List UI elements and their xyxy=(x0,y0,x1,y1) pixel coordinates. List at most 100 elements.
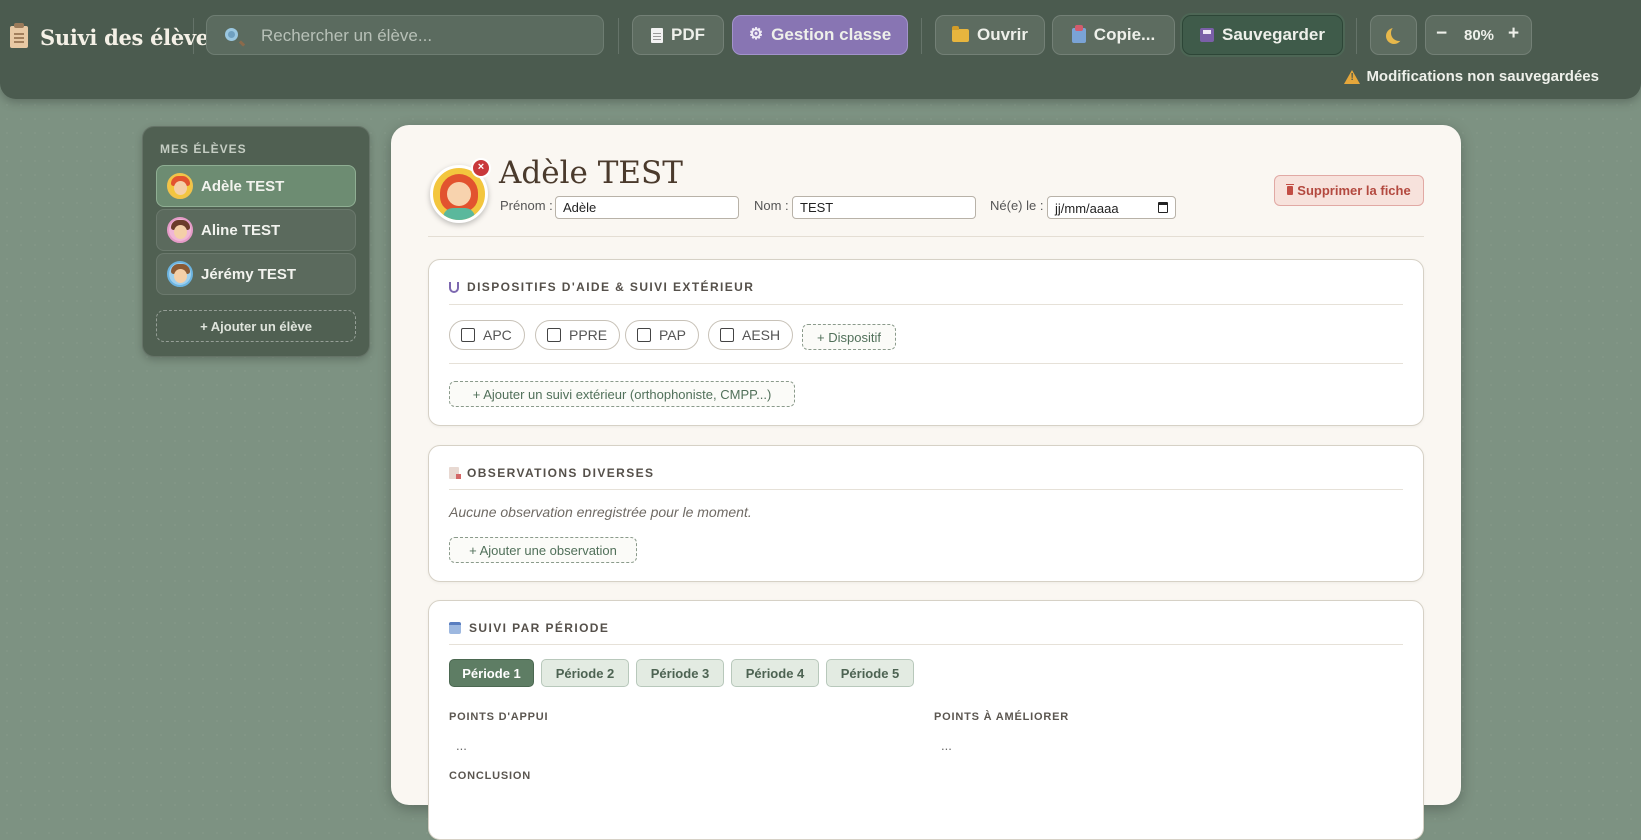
sidebar-title: MES ÉLÈVES xyxy=(160,142,247,156)
section-divider xyxy=(449,304,1403,305)
tab-period-3[interactable]: Période 3 xyxy=(636,659,724,687)
moon-icon xyxy=(1391,25,1407,41)
clipboard-copy-icon xyxy=(1071,24,1086,43)
zoom-out-button[interactable]: − xyxy=(1436,23,1447,45)
periods-section-title: SUIVI PAR PÉRIODE xyxy=(449,621,609,635)
birth-date-placeholder: jj/mm/aaaa xyxy=(1055,201,1119,216)
empty-observations-text: Aucune observation enregistrée pour le m… xyxy=(449,504,752,520)
class-management-button[interactable]: ⚙ Gestion classe xyxy=(732,15,908,55)
sidebar-item-student[interactable]: Jérémy TEST xyxy=(156,253,356,295)
student-name-heading: Adèle TEST xyxy=(499,155,683,191)
warning-icon xyxy=(1344,69,1361,84)
aid-option-label: PPRE xyxy=(569,327,608,343)
avatar-icon xyxy=(167,217,193,243)
checkbox[interactable] xyxy=(720,328,734,342)
gear-icon: ⚙ xyxy=(748,26,764,43)
memo-icon xyxy=(449,467,461,479)
unsaved-warning: Modifications non sauvegardées xyxy=(1344,68,1599,85)
copy-button[interactable]: Copie... xyxy=(1052,15,1175,55)
aid-checkbox-ppre[interactable]: PPRE xyxy=(535,320,621,350)
sidebar-item-label: Aline TEST xyxy=(201,221,281,239)
calendar-icon[interactable] xyxy=(1158,202,1168,213)
aids-title-text: DISPOSITIFS D'AIDE & SUIVI EXTÉRIEUR xyxy=(467,280,755,294)
aids-section: DISPOSITIFS D'AIDE & SUIVI EXTÉRIEUR APC… xyxy=(428,259,1424,426)
aid-option-label: AESH xyxy=(742,327,781,343)
remove-photo-button[interactable]: × xyxy=(471,158,491,178)
class-management-label: Gestion classe xyxy=(771,25,892,44)
add-student-button[interactable]: + Ajouter un élève xyxy=(156,310,356,342)
search-box[interactable] xyxy=(206,15,604,56)
section-divider xyxy=(449,644,1403,645)
zoom-level: 80% xyxy=(1464,27,1495,44)
save-button[interactable]: Sauvegarder xyxy=(1182,15,1343,55)
delete-record-label: Supprimer la fiche xyxy=(1297,183,1411,198)
copy-button-label: Copie... xyxy=(1093,25,1156,44)
clipboard-icon xyxy=(10,23,28,48)
open-button[interactable]: Ouvrir xyxy=(935,15,1045,55)
last-name-label: Nom : xyxy=(754,198,789,213)
observations-title-text: OBSERVATIONS DIVERSES xyxy=(467,466,655,480)
tab-period-4[interactable]: Période 4 xyxy=(731,659,819,687)
conclusion-label: CONCLUSION xyxy=(449,770,531,782)
calendar-icon xyxy=(449,622,461,634)
open-button-label: Ouvrir xyxy=(976,25,1029,44)
first-name-field[interactable] xyxy=(555,196,739,219)
aid-checkbox-pap[interactable]: PAP xyxy=(625,320,699,350)
add-external-followup-button[interactable]: + Ajouter un suivi extérieur (orthophoni… xyxy=(449,381,795,407)
app-brand: Suivi des élèves xyxy=(10,22,221,52)
last-name-field[interactable] xyxy=(792,196,976,219)
stethoscope-icon xyxy=(449,281,459,293)
document-icon xyxy=(651,27,663,43)
aid-option-label: PAP xyxy=(659,327,686,343)
checkbox[interactable] xyxy=(637,328,651,342)
pdf-button[interactable]: PDF xyxy=(632,15,724,55)
periods-title-text: SUIVI PAR PÉRIODE xyxy=(469,621,610,635)
section-divider xyxy=(449,363,1403,364)
delete-record-button[interactable]: Supprimer la fiche xyxy=(1274,175,1424,206)
add-observation-button[interactable]: + Ajouter une observation xyxy=(449,537,637,563)
student-card: × Adèle TEST Prénom : Nom : Né(e) le : j… xyxy=(391,125,1461,840)
search-input[interactable] xyxy=(259,16,593,56)
improvements-label: POINTS À AMÉLIORER xyxy=(934,711,1069,723)
top-bar: Suivi des élèves PDF ⚙ Gestion classe Ou… xyxy=(0,0,1641,99)
toolbar-divider xyxy=(193,18,194,54)
aid-checkbox-apc[interactable]: APC xyxy=(449,320,525,350)
search-icon xyxy=(225,28,238,41)
tab-period-1[interactable]: Période 1 xyxy=(449,659,534,687)
trash-icon xyxy=(1286,184,1295,195)
student-sidebar: MES ÉLÈVES Adèle TEST Aline TEST Jérémy … xyxy=(142,126,370,357)
sidebar-item-label: Adèle TEST xyxy=(201,177,285,195)
tab-period-2[interactable]: Période 2 xyxy=(541,659,629,687)
toolbar-divider xyxy=(618,18,619,54)
improvements-field[interactable]: ... xyxy=(941,738,952,753)
toolbar-divider xyxy=(1356,18,1357,54)
observations-section: OBSERVATIONS DIVERSES Aucune observation… xyxy=(428,445,1424,582)
first-name-label: Prénom : xyxy=(500,198,553,213)
tab-period-5[interactable]: Période 5 xyxy=(826,659,914,687)
floppy-disk-icon xyxy=(1200,28,1214,42)
checkbox[interactable] xyxy=(461,328,475,342)
checkbox[interactable] xyxy=(547,328,561,342)
birth-date-label: Né(e) le : xyxy=(990,198,1044,213)
save-button-label: Sauvegarder xyxy=(1222,25,1325,44)
add-device-button[interactable]: + Dispositif xyxy=(802,324,896,350)
avatar-icon xyxy=(167,261,193,287)
toolbar-divider xyxy=(921,18,922,54)
aid-checkbox-aesh[interactable]: AESH xyxy=(708,320,794,350)
avatar-icon xyxy=(167,173,193,199)
strengths-label: POINTS D'APPUI xyxy=(449,711,549,723)
sidebar-item-student[interactable]: Aline TEST xyxy=(156,209,356,251)
periods-section: SUIVI PAR PÉRIODE Période 1 Période 2 Pé… xyxy=(428,600,1424,840)
observations-section-title: OBSERVATIONS DIVERSES xyxy=(449,466,654,480)
pdf-button-label: PDF xyxy=(671,25,705,44)
zoom-in-button[interactable]: + xyxy=(1508,23,1519,45)
folder-icon xyxy=(951,25,969,42)
birth-date-field[interactable]: jj/mm/aaaa xyxy=(1047,196,1176,219)
zoom-control: − 80% + xyxy=(1425,15,1532,55)
header-divider xyxy=(428,236,1424,237)
section-divider xyxy=(449,489,1403,490)
strengths-field[interactable]: ... xyxy=(456,738,467,753)
sidebar-item-student[interactable]: Adèle TEST xyxy=(156,165,356,207)
dark-mode-toggle[interactable] xyxy=(1370,15,1417,55)
sidebar-item-label: Jérémy TEST xyxy=(201,265,297,283)
